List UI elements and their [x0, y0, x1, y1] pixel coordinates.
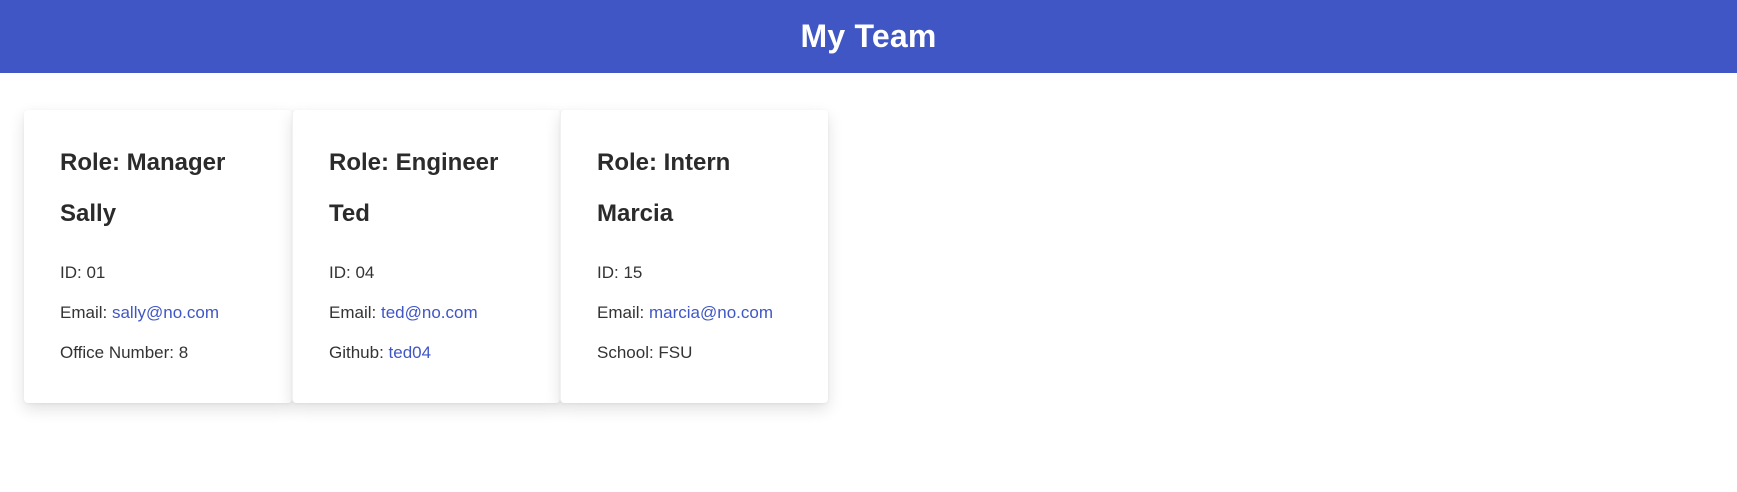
github-row: Github: ted04 — [329, 341, 524, 365]
employee-card-engineer: Role: Engineer Ted ID: 04 Email: ted@no.… — [292, 110, 560, 403]
github-label: Github: — [329, 343, 389, 362]
employee-role: Role: Manager — [60, 149, 226, 176]
employee-id: ID: 01 — [60, 263, 106, 282]
email-label: Email: — [597, 303, 649, 322]
email-link[interactable]: marcia@no.com — [649, 303, 773, 322]
team-cards: Role: Manager Sally ID: 01 Email: sally@… — [24, 110, 828, 403]
email-label: Email: — [329, 303, 381, 322]
page-title: My Team — [800, 18, 937, 54]
employee-role: Role: Intern — [597, 149, 731, 176]
school: School: FSU — [597, 343, 693, 362]
email-label: Email: — [60, 303, 112, 322]
page-header: My Team — [0, 0, 1737, 73]
employee-id: ID: 15 — [597, 263, 643, 282]
email-link[interactable]: ted@no.com — [381, 303, 478, 322]
github-link[interactable]: ted04 — [389, 343, 432, 362]
employee-email-row: Email: marcia@no.com — [597, 301, 792, 325]
employee-role: Role: Engineer — [329, 149, 499, 176]
employee-name: Marcia — [597, 200, 674, 227]
employee-email-row: Email: sally@no.com — [60, 301, 256, 325]
office-number: Office Number: 8 — [60, 343, 189, 362]
email-link[interactable]: sally@no.com — [112, 303, 219, 322]
employee-card-intern: Role: Intern Marcia ID: 15 Email: marcia… — [560, 110, 828, 403]
employee-name: Ted — [329, 200, 370, 227]
employee-email-row: Email: ted@no.com — [329, 301, 524, 325]
employee-card-manager: Role: Manager Sally ID: 01 Email: sally@… — [24, 110, 292, 403]
employee-name: Sally — [60, 200, 117, 227]
employee-id: ID: 04 — [329, 263, 375, 282]
